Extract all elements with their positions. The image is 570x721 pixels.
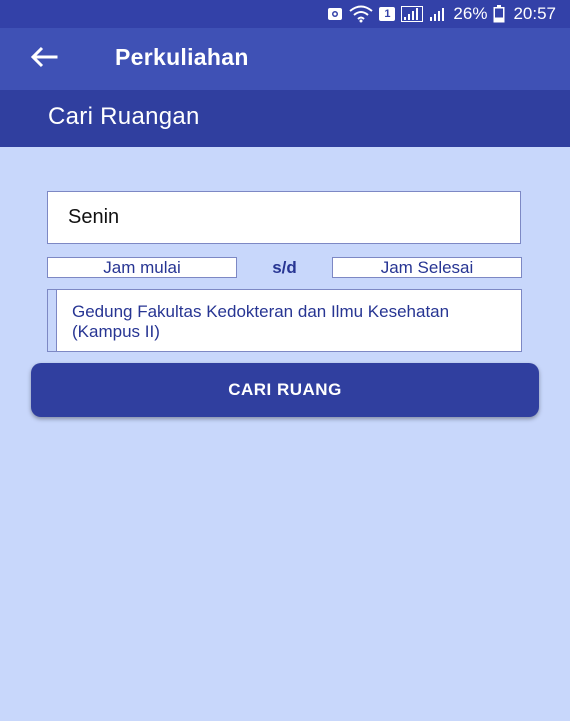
signal-icon	[401, 6, 424, 22]
time-start-field[interactable]: Jam mulai	[47, 257, 237, 278]
sim-badge-label: 1	[384, 8, 391, 20]
section-header: Cari Ruangan	[0, 90, 570, 147]
back-button[interactable]	[22, 42, 66, 76]
battery-icon	[493, 5, 505, 23]
building-field-accent	[48, 290, 57, 351]
time-end-placeholder: Jam Selesai	[380, 257, 474, 277]
notification-icon	[327, 6, 343, 22]
arrow-left-icon	[30, 46, 58, 73]
time-start-placeholder: Jam mulai	[103, 257, 181, 277]
clock: 20:57	[513, 4, 556, 23]
time-range-separator: s/d	[272, 257, 297, 277]
building-value: Gedung Fakultas Kedokteran dan Ilmu Kese…	[72, 302, 450, 341]
battery-percent: 26%	[453, 4, 488, 23]
status-icons: 1 26% 20:57	[327, 0, 556, 28]
wifi-icon	[349, 5, 374, 23]
building-field[interactable]: Gedung Fakultas Kedokteran dan Ilmu Kese…	[47, 289, 522, 352]
time-end-field[interactable]: Jam Selesai	[332, 257, 522, 278]
page-title: Perkuliahan	[115, 44, 249, 70]
day-field[interactable]: Senin	[47, 191, 521, 244]
day-value: Senin	[68, 206, 120, 228]
signal-icon-secondary	[429, 6, 447, 22]
section-title: Cari Ruangan	[48, 103, 200, 130]
status-bar: 1 26% 20:57	[0, 0, 570, 28]
app-bar: Perkuliahan	[0, 28, 570, 90]
search-room-button[interactable]: CARI RUANG	[31, 363, 539, 417]
sim-badge-icon: 1	[379, 7, 396, 21]
search-room-button-label: CARI RUANG	[228, 380, 342, 399]
